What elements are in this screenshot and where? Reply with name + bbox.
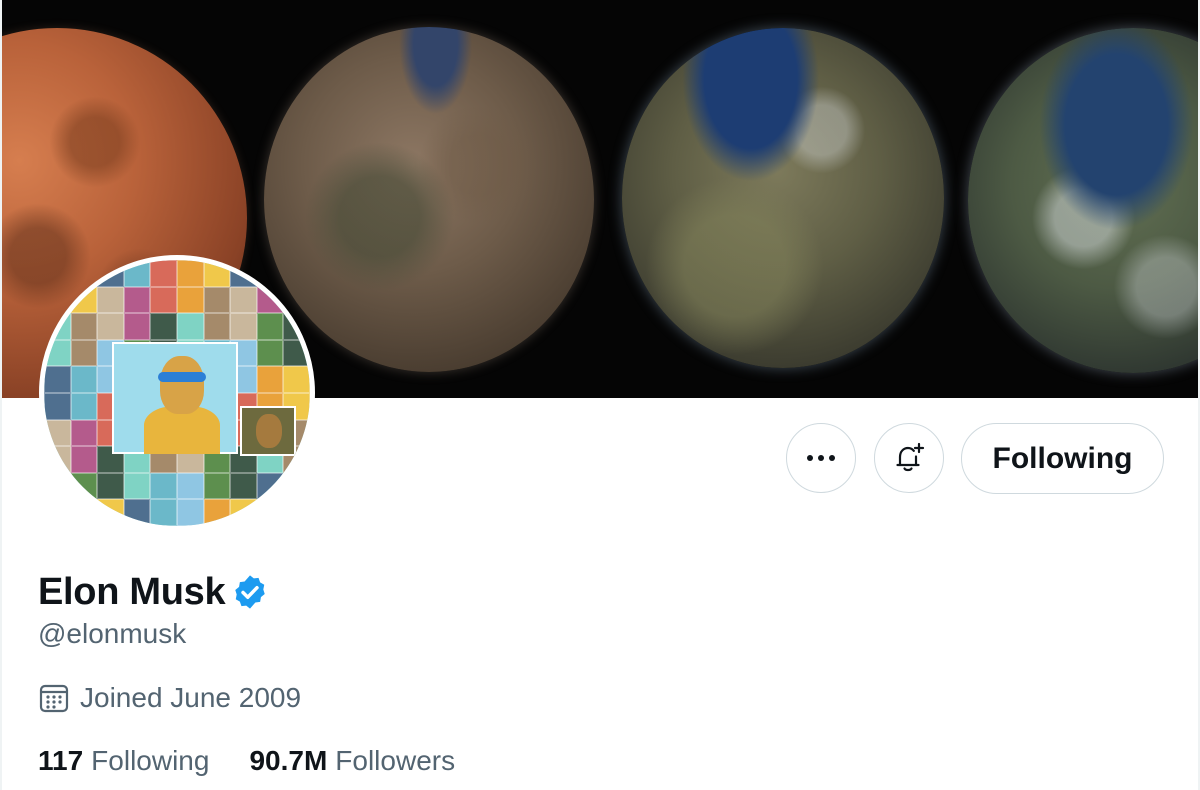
join-date: Joined June 2009 [38,680,301,716]
followers-count: 90.7M [249,745,328,776]
username-handle: @elonmusk [38,618,187,649]
avatar-side-ape [240,406,296,456]
more-horizontal-icon [807,455,835,461]
followers-stat-link[interactable]: 90.7M Followers [249,745,455,777]
name-row: Elon Musk [38,568,269,616]
following-label: Following [91,745,210,776]
followers-label: Followers [335,745,456,776]
avatar[interactable] [39,255,315,531]
ocean-planet-image [622,28,944,368]
notify-button[interactable] [874,423,944,493]
profile-page: Following Elon Musk @elonmusk Joined Jun… [0,0,1200,790]
follow-stats: 117 Following 90.7M Followers [38,742,455,780]
earthlike-planet-image [968,28,1198,373]
following-button[interactable]: Following [961,423,1164,494]
join-date-text: Joined June 2009 [80,682,302,713]
more-button[interactable] [786,423,856,493]
display-name: Elon Musk [38,570,226,613]
avatar-main-ape [112,342,238,454]
verified-badge-icon[interactable] [231,573,269,611]
bell-plus-icon [896,442,925,472]
terraforming-planet-image [264,27,594,372]
calendar-icon [39,684,69,713]
following-stat-link[interactable]: 117 Following [38,745,209,777]
following-count: 117 [38,745,84,776]
